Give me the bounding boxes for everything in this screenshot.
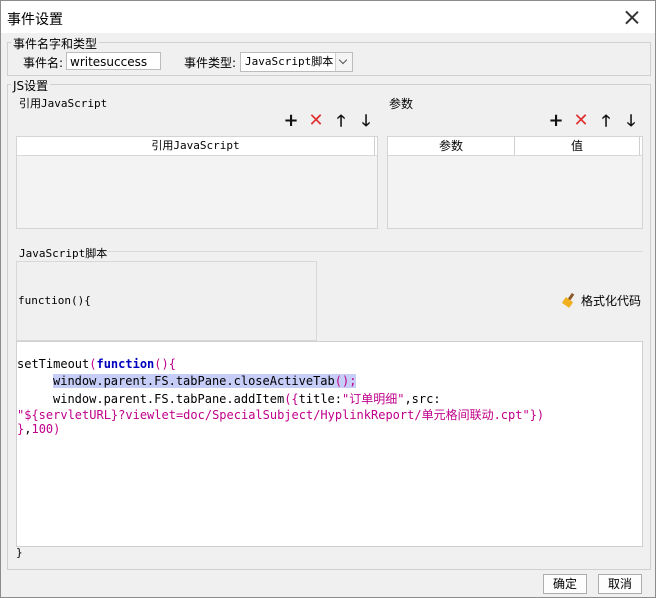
event-name-field[interactable]: writesuccess [66, 52, 161, 70]
function-closing-brace: } [16, 546, 23, 559]
code-line: setTimeout(function(){ [17, 357, 176, 371]
code-line: },100) [17, 422, 61, 436]
format-code-button[interactable]: 格式化代码 [562, 292, 641, 309]
title-bar: 事件设置 [1, 1, 655, 33]
code-line: "${servletURL}?viewlet=doc/SpecialSubjec… [17, 408, 545, 422]
chevron-down-icon[interactable] [335, 53, 352, 71]
event-type-select[interactable]: JavaScript脚本 [240, 52, 353, 72]
add-ref-plus-icon[interactable]: + [281, 111, 301, 131]
code-editor[interactable]: setTimeout(function(){ window.parent.FS.… [16, 341, 643, 547]
move-ref-up-arrow-icon[interactable]: 🡑 [331, 111, 351, 131]
ref-js-title: 引用JavaScript [19, 97, 108, 110]
event-settings-dialog: 事件设置 事件名字和类型 事件名: writesuccess 事件类型: Jav… [0, 0, 656, 598]
code-line: window.parent.FS.tabPane.addItem({title:… [53, 392, 441, 406]
section-divider [105, 251, 643, 252]
param-column-header[interactable]: 参数 [388, 137, 515, 155]
params-table[interactable]: 参数 值 [387, 136, 643, 229]
dialog-title: 事件设置 [7, 12, 63, 28]
move-param-down-arrow-icon[interactable]: 🡓 [621, 111, 641, 131]
close-icon[interactable] [621, 7, 643, 29]
ref-js-table[interactable]: 引用JavaScript [16, 136, 378, 229]
move-ref-down-arrow-icon[interactable]: 🡓 [356, 111, 376, 131]
function-header: function(){ [18, 294, 91, 307]
js-settings-legend: JS设置 [11, 77, 51, 94]
ref-js-column-header[interactable]: 引用JavaScript [17, 137, 375, 155]
delete-ref-icon[interactable]: ✕ [306, 111, 326, 131]
code-line: window.parent.FS.tabPane.closeActiveTab(… [53, 374, 357, 388]
params-title: 参数 [389, 97, 414, 111]
ok-button[interactable]: 确定 [543, 574, 587, 594]
event-name-label: 事件名: [23, 56, 64, 70]
event-name-type-legend: 事件名字和类型 [11, 35, 100, 52]
broom-icon [562, 293, 578, 307]
delete-param-icon[interactable]: ✕ [571, 111, 591, 131]
format-code-label: 格式化代码 [580, 294, 641, 308]
move-param-up-arrow-icon[interactable]: 🡑 [596, 111, 616, 131]
js-script-label: JavaScript脚本 [19, 247, 108, 260]
value-column-header[interactable]: 值 [515, 137, 640, 155]
event-type-value: JavaScript脚本 [245, 55, 334, 68]
add-param-plus-icon[interactable]: + [546, 111, 566, 131]
cancel-button[interactable]: 取消 [598, 574, 642, 594]
event-type-label: 事件类型: [184, 56, 237, 70]
